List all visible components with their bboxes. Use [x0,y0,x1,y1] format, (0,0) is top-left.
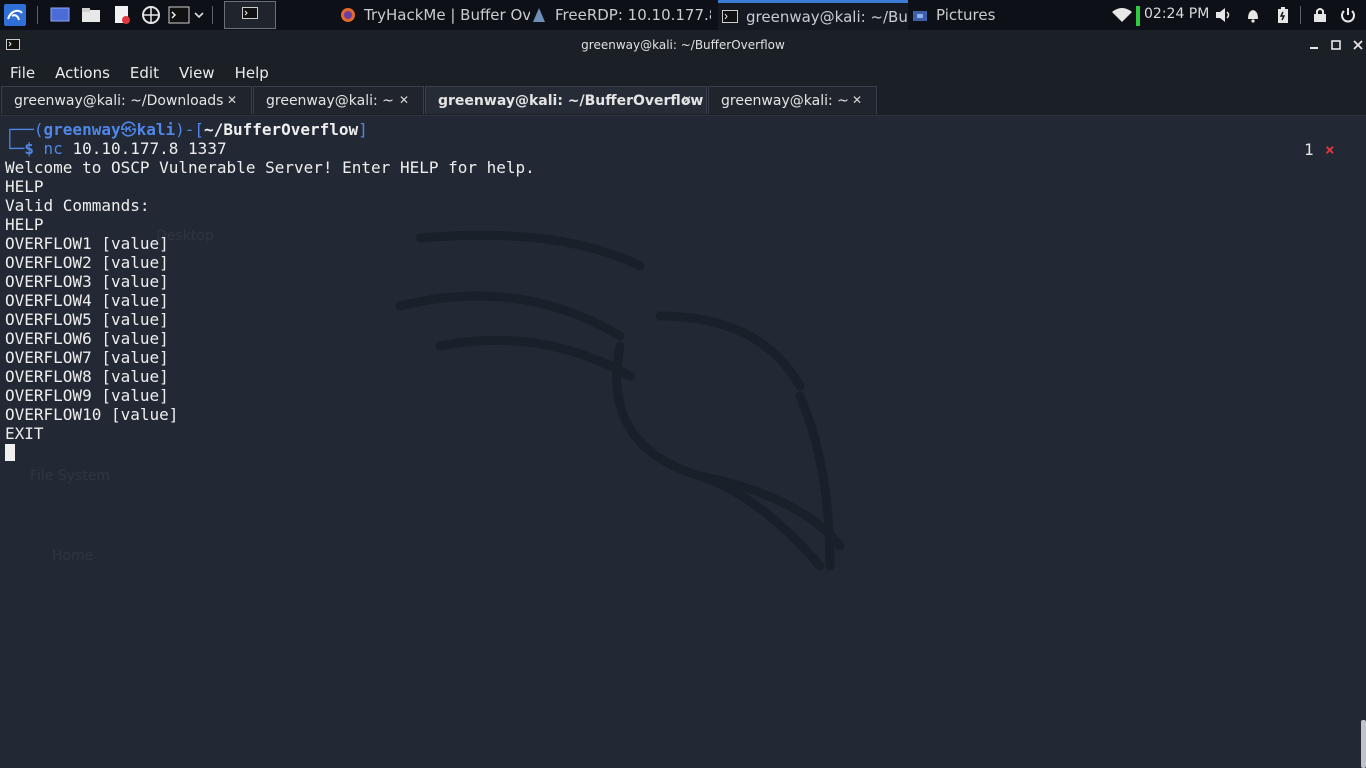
power-icon[interactable] [1337,4,1359,26]
command-name: nc [43,139,63,158]
output-line: OVERFLOW1 [value] [5,234,169,253]
window-title: greenway@kali: ~/BufferOverflow [581,38,785,52]
browser-icon[interactable] [140,4,162,26]
volume-icon[interactable] [1212,4,1234,26]
chevron-down-icon[interactable] [191,4,207,26]
task-label: Pictures [936,6,996,24]
tab-close-icon[interactable]: ✕ [399,93,409,107]
prompt-cwd: ~/BufferOverflow [204,120,359,139]
file-manager-icon[interactable] [80,4,102,26]
kali-menu-icon[interactable] [4,4,26,26]
task-pictures[interactable]: Pictures [912,0,1032,30]
menu-view[interactable]: View [169,64,225,82]
task-label: TryHackMe | Buffer Ov... [364,6,530,24]
desktop-icon[interactable] [49,4,71,26]
prompt-mid: )-[ [175,120,205,139]
tab-close-icon[interactable]: ✕ [227,93,237,107]
tab-close-icon[interactable]: ✕ [682,93,692,107]
prompt-open: ┌──( [5,120,44,139]
task-freerdp[interactable]: FreeRDP: 10.10.177.8 [531,0,711,30]
lock-icon[interactable] [1309,4,1331,26]
menu-actions[interactable]: Actions [45,64,120,82]
panel-separator [37,6,38,24]
battery-icon[interactable] [1272,4,1294,26]
wifi-icon[interactable] [1110,4,1134,26]
folder-icon [912,7,928,23]
tab-bufferoverflow[interactable]: greenway@kali: ~/BufferOverflow ✕ [425,86,707,114]
output-line: OVERFLOW6 [value] [5,329,169,348]
close-icon[interactable] [1350,37,1366,53]
command-line: └─$ nc 10.10.177.8 1337 [5,139,227,158]
tab-label: greenway@kali: ~/BufferOverflow [438,92,704,109]
menu-edit[interactable]: Edit [120,64,169,82]
tab-label: greenway@kali: ~ [721,92,849,109]
tab-home[interactable]: greenway@kali: ~ ✕ [253,86,424,114]
minimize-icon[interactable] [1306,37,1322,53]
output-line: OVERFLOW3 [value] [5,272,169,291]
top-panel: TryHackMe | Buffer Ov... FreeRDP: 10.10.… [0,0,1366,30]
panel-separator [1300,6,1301,24]
tab-label: greenway@kali: ~/Downloads [14,92,224,109]
panel-separator [212,6,213,24]
tab-label: greenway@kali: ~ [266,92,394,109]
task-terminal[interactable]: greenway@kali: ~/Bu... [718,0,908,30]
prompt-host: kali [136,120,176,139]
terminal-window-icon [242,7,258,23]
output-line: OVERFLOW10 [value] [5,405,179,424]
kali-dragon-watermark [395,230,845,571]
error-status-icon: × [1325,140,1335,159]
command-args: 10.10.177.8 1337 [72,139,227,158]
network-activity-bar [1136,6,1140,26]
task-label: greenway@kali: ~/Bu... [746,7,908,26]
clock[interactable]: 02:24 PM [1144,6,1209,22]
output-line: Valid Commands: [5,196,150,215]
output-line: OVERFLOW8 [value] [5,367,169,386]
task-tryhackme[interactable]: TryHackMe | Buffer Ov... [340,0,530,30]
tab-bar: greenway@kali: ~/Downloads ✕ greenway@ka… [0,85,1366,116]
output-line: OVERFLOW9 [value] [5,386,169,405]
terminal-icon[interactable] [168,4,190,26]
output-line: HELP [5,215,44,234]
prompt-header: ┌──(greenway㉿kali)-[~/BufferOverflow] [5,120,368,139]
text-editor-icon[interactable] [111,4,133,26]
output-line: OVERFLOW7 [value] [5,348,169,367]
tab-downloads[interactable]: greenway@kali: ~/Downloads ✕ [1,86,252,114]
ghost-filesystem-label: File System [30,468,111,484]
notification-bell-icon[interactable] [1242,4,1264,26]
output-line: EXIT [5,424,44,443]
tab-home-2[interactable]: greenway@kali: ~ ✕ [708,86,877,114]
ghost-home-label: Home [52,548,94,564]
menubar: File Actions Edit View Help [0,60,1366,85]
firefox-icon [340,7,356,23]
output-line: HELP [5,177,44,196]
scrollbar[interactable] [1361,720,1366,768]
prompt-at: ㉿ [120,120,137,139]
output-line: Welcome to OSCP Vulnerable Server! Enter… [5,158,535,177]
maximize-icon[interactable] [1328,37,1344,53]
output-line: OVERFLOW2 [value] [5,253,169,272]
tab-close-icon[interactable]: ✕ [852,93,862,107]
terminal-view[interactable]: Home File System Desktop ┌──(greenway㉿ka… [0,116,1366,768]
job-count: 1 [1304,140,1314,159]
prompt-dollar: └─$ [5,139,34,158]
window-titlebar[interactable]: greenway@kali: ~/BufferOverflow [0,30,1366,60]
menu-help[interactable]: Help [225,64,279,82]
text-cursor [5,444,15,461]
workspace-switcher[interactable] [224,1,276,29]
output-line: OVERFLOW4 [value] [5,291,169,310]
prompt-close: ] [358,120,368,139]
prompt-user: greenway [43,120,121,139]
freerdp-icon [531,7,547,23]
output-line: OVERFLOW5 [value] [5,310,169,329]
terminal-icon [722,9,738,25]
task-label: FreeRDP: 10.10.177.8 [555,6,711,24]
menu-file[interactable]: File [0,64,45,82]
